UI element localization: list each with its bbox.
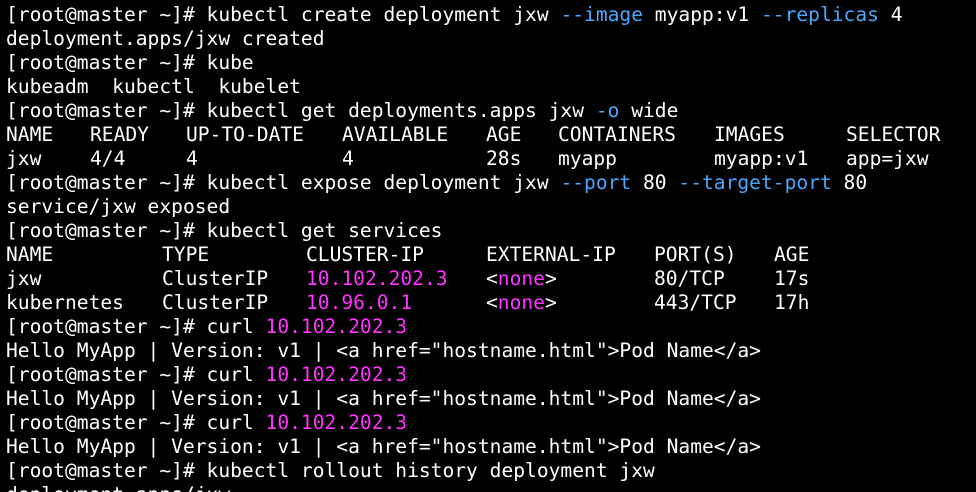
table-cell: 28s	[486, 147, 522, 170]
table-cell: jxw	[6, 147, 42, 170]
text-segment: [root@master ~]# kubectl create deployme…	[6, 3, 561, 26]
text-segment: service/jxw exposed	[6, 195, 231, 218]
table-cell: TYPE	[162, 243, 210, 266]
table-cell: CONTAINERS	[558, 123, 676, 146]
table-cell: myapp	[558, 147, 617, 170]
text-segment: 10.102.202.3	[265, 315, 408, 338]
table-row: jxw 4/4 4 4 28s myapp myapp:v1 app=jxw	[0, 147, 976, 171]
terminal-window[interactable]: [root@master ~]# kubectl create deployme…	[0, 0, 976, 492]
command-line: [root@master ~]# kubectl expose deployme…	[6, 171, 867, 195]
text-segment: 80	[831, 171, 868, 194]
text-segment: [root@master ~]# curl	[6, 411, 266, 434]
output-line: Hello MyApp | Version: v1 | <a href="hos…	[6, 387, 761, 411]
table-cell: ClusterIP	[162, 291, 269, 314]
table-cell: app=jxw	[846, 147, 929, 170]
text-segment: deployment.apps/jxw created	[6, 27, 325, 50]
text-segment: --port	[560, 171, 632, 194]
table-cell: SELECTOR	[846, 123, 941, 146]
table-row: jxw ClusterIP 10.102.202.3 < none >80/TCP 17s	[0, 267, 976, 291]
output-line: service/jxw exposed	[6, 195, 230, 219]
table-cell: none	[497, 267, 545, 290]
table-cell: EXTERNAL-IP	[486, 243, 616, 266]
table-cell: 17h	[774, 291, 810, 314]
table-cell: ClusterIP	[162, 267, 269, 290]
table-cell: UP-TO-DATE	[186, 123, 304, 146]
command-line: [root@master ~]# kubectl create deployme…	[6, 3, 903, 27]
output-line: deployment.apps/jxw	[6, 483, 230, 492]
table-row: NAME TYPE CLUSTER-IP EXTERNAL-IP PORT(S) AGE	[0, 243, 976, 267]
table-cell: READY	[90, 123, 149, 146]
command-line: [root@master ~]# kubectl get services	[6, 219, 442, 243]
text-segment: -o	[595, 99, 620, 122]
text-segment: --image	[560, 3, 644, 26]
table-cell: 17s	[774, 267, 810, 290]
table-row: NAME READY UP-TO-DATE AVAILABLE AGE CONTAINER…	[0, 123, 976, 147]
table-cell: 10.96.0.1	[306, 291, 413, 314]
table-cell: AGE	[486, 123, 522, 146]
text-segment: Hello MyApp | Version: v1 | <a href="hos…	[6, 387, 761, 410]
text-segment: --replicas	[760, 3, 879, 26]
table-cell: myapp:v1	[714, 147, 809, 170]
output-line: Hello MyApp | Version: v1 | <a href="hos…	[6, 339, 761, 363]
table-cell: >	[545, 267, 557, 290]
table-cell: 443/TCP	[654, 291, 737, 314]
table-cell: AGE	[774, 243, 810, 266]
output-line: Hello MyApp | Version: v1 | <a href="hos…	[6, 435, 761, 459]
table-cell: 4	[342, 147, 354, 170]
text-segment: [root@master ~]# curl	[6, 315, 266, 338]
output-line: kubeadm kubectl kubelet	[6, 75, 301, 99]
table-cell: kubernetes	[6, 291, 124, 314]
command-line: [root@master ~]# curl 10.102.202.3	[6, 315, 407, 339]
text-segment: wide	[619, 99, 679, 122]
table-cell: 80/TCP	[654, 267, 725, 290]
table-cell: NAME	[6, 123, 54, 146]
command-line: [root@master ~]# curl 10.102.202.3	[6, 363, 407, 387]
text-segment: [root@master ~]# kubectl rollout history…	[6, 459, 655, 482]
text-segment: [root@master ~]# curl	[6, 363, 266, 386]
text-segment: deployment.apps/jxw	[6, 483, 230, 492]
text-segment: kubeadm kubectl kubelet	[6, 75, 301, 98]
text-segment: 10.102.202.3	[265, 363, 408, 386]
text-segment: [root@master ~]# kubectl get deployments…	[6, 99, 596, 122]
text-segment: 80	[631, 171, 679, 194]
table-cell: AVAILABLE	[342, 123, 449, 146]
command-line: [root@master ~]# curl 10.102.202.3	[6, 411, 407, 435]
table-cell: <	[486, 267, 498, 290]
command-line: [root@master ~]# kube	[6, 51, 254, 75]
table-cell: 10.102.202.3	[306, 267, 448, 290]
text-segment: --target-port	[678, 171, 832, 194]
text-segment: 4	[878, 3, 903, 26]
table-cell: none	[497, 291, 545, 314]
table-cell: >	[545, 291, 557, 314]
table-cell: 4	[186, 147, 198, 170]
text-segment: [root@master ~]# kubectl expose deployme…	[6, 171, 561, 194]
table-cell: CLUSTER-IP	[306, 243, 424, 266]
table-cell: 4/4	[90, 147, 126, 170]
text-segment: [root@master ~]# kube	[6, 51, 254, 74]
command-line: [root@master ~]# kubectl rollout history…	[6, 459, 655, 483]
table-cell: IMAGES	[714, 123, 785, 146]
table-cell: <	[486, 291, 498, 314]
text-segment: Hello MyApp | Version: v1 | <a href="hos…	[6, 435, 761, 458]
table-cell: jxw	[6, 267, 42, 290]
text-segment: Hello MyApp | Version: v1 | <a href="hos…	[6, 339, 761, 362]
output-line: deployment.apps/jxw created	[6, 27, 325, 51]
command-line: [root@master ~]# kubectl get deployments…	[6, 99, 678, 123]
table-cell: PORT(S)	[654, 243, 737, 266]
text-segment: myapp:v1	[643, 3, 761, 26]
text-segment: 10.102.202.3	[265, 411, 408, 434]
text-segment: [root@master ~]# kubectl get services	[6, 219, 443, 242]
table-cell: NAME	[6, 243, 54, 266]
table-row: kubernetes ClusterIP 10.96.0.1 < none >443/TC…	[0, 291, 976, 315]
